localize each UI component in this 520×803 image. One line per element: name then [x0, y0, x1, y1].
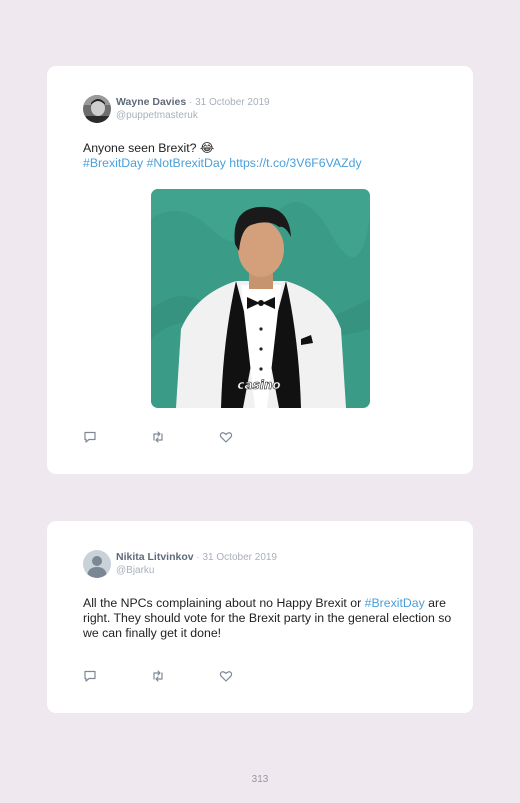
tweet-body: Anyone seen Brexit? 😂: [83, 141, 215, 155]
tweet-text: Anyone seen Brexit? 😂 #BrexitDay #NotBre…: [83, 141, 453, 171]
author-name[interactable]: Wayne Davies: [116, 96, 186, 108]
tweet-meta: Wayne Davies · 31 October 2019 @puppetma…: [116, 95, 270, 122]
author-name[interactable]: Nikita Litvinkov: [116, 551, 194, 563]
tweet-header: Wayne Davies · 31 October 2019 @puppetma…: [83, 95, 270, 123]
media-caption: casino: [237, 378, 280, 392]
tweet-actions: [83, 669, 287, 683]
author-handle[interactable]: @puppetmasteruk: [116, 109, 270, 122]
url-link[interactable]: https://t.co/3V6F6VAZdy: [229, 156, 361, 170]
tweet-body: All the NPCs complaining about no Happy …: [83, 596, 365, 610]
tweet-media[interactable]: casino: [151, 189, 370, 408]
hashtag-link[interactable]: #BrexitDay: [83, 156, 143, 170]
tweet-text: All the NPCs complaining about no Happy …: [83, 596, 453, 641]
tweet-date[interactable]: 31 October 2019: [195, 97, 270, 108]
tweet-links: #BrexitDay #NotBrexitDay https://t.co/3V…: [83, 156, 453, 171]
separator: ·: [186, 97, 196, 108]
tweet-meta: Nikita Litvinkov · 31 October 2019 @Bjar…: [116, 550, 277, 577]
like-icon[interactable]: [219, 430, 233, 444]
retweet-icon[interactable]: [151, 430, 165, 444]
tweet-card: Nikita Litvinkov · 31 October 2019 @Bjar…: [47, 521, 473, 713]
page-number: 313: [251, 774, 269, 785]
tweet-date[interactable]: 31 October 2019: [203, 552, 278, 563]
like-icon[interactable]: [219, 669, 233, 683]
avatar[interactable]: [83, 95, 111, 123]
reply-icon[interactable]: [83, 669, 97, 683]
tweet-actions: [83, 430, 287, 444]
reply-icon[interactable]: [83, 430, 97, 444]
page: Wayne Davies · 31 October 2019 @puppetma…: [0, 0, 520, 803]
tweet-header: Nikita Litvinkov · 31 October 2019 @Bjar…: [83, 550, 277, 578]
hashtag-link[interactable]: #BrexitDay: [365, 596, 425, 610]
retweet-icon[interactable]: [151, 669, 165, 683]
avatar[interactable]: [83, 550, 111, 578]
tweet-card: Wayne Davies · 31 October 2019 @puppetma…: [47, 66, 473, 474]
hashtag-link[interactable]: #NotBrexitDay: [147, 156, 226, 170]
author-handle[interactable]: @Bjarku: [116, 564, 277, 577]
separator: ·: [193, 552, 203, 563]
